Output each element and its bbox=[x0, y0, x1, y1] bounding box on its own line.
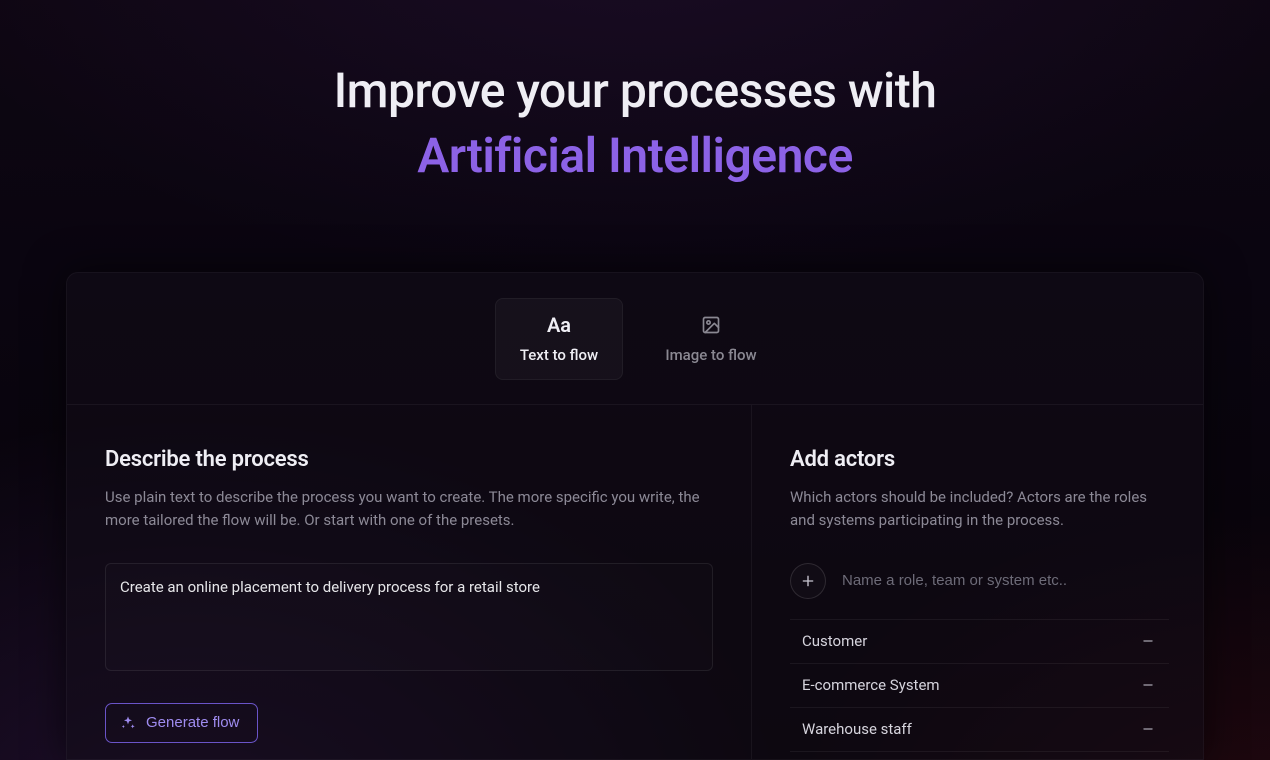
describe-desc: Use plain text to describe the process y… bbox=[105, 486, 713, 533]
actor-add-row bbox=[790, 563, 1169, 599]
generate-flow-label: Generate flow bbox=[146, 714, 239, 731]
describe-title: Describe the process bbox=[105, 447, 713, 472]
actor-name: E-commerce System bbox=[802, 676, 940, 694]
tab-image-to-flow-label: Image to flow bbox=[665, 346, 756, 364]
actors-title: Add actors bbox=[790, 447, 1169, 472]
image-icon bbox=[701, 314, 721, 336]
main-card: Aa Text to flow Image to flow Describe t… bbox=[66, 272, 1204, 760]
add-actor-button[interactable] bbox=[790, 563, 826, 599]
remove-actor-button[interactable] bbox=[1137, 630, 1159, 652]
tab-text-to-flow-label: Text to flow bbox=[520, 346, 598, 364]
actor-item: Customer bbox=[790, 620, 1169, 664]
actors-desc: Which actors should be included? Actors … bbox=[790, 486, 1169, 533]
page-root: Improve your processes with Artificial I… bbox=[0, 0, 1270, 760]
actor-name-input[interactable] bbox=[842, 572, 1169, 589]
card-body: Describe the process Use plain text to d… bbox=[67, 405, 1203, 759]
generate-flow-button[interactable]: Generate flow bbox=[105, 703, 258, 743]
actor-name: Warehouse staff bbox=[802, 720, 912, 738]
describe-panel: Describe the process Use plain text to d… bbox=[67, 405, 752, 759]
actor-list: Customer E-commerce System Warehouse sta… bbox=[790, 619, 1169, 752]
text-icon: Aa bbox=[547, 314, 571, 336]
tab-image-to-flow[interactable]: Image to flow bbox=[647, 298, 775, 380]
describe-textarea-wrap bbox=[105, 563, 713, 675]
remove-actor-button[interactable] bbox=[1137, 718, 1159, 740]
describe-textarea[interactable] bbox=[105, 563, 713, 671]
tab-text-to-flow[interactable]: Aa Text to flow bbox=[495, 298, 623, 380]
remove-actor-button[interactable] bbox=[1137, 674, 1159, 696]
actor-name: Customer bbox=[802, 632, 867, 650]
headline-line2: Artificial Intelligence bbox=[334, 127, 937, 186]
headline-line1: Improve your processes with bbox=[334, 62, 937, 121]
headline: Improve your processes with Artificial I… bbox=[334, 62, 937, 185]
sparkle-icon bbox=[120, 715, 136, 731]
actor-item: E-commerce System bbox=[790, 664, 1169, 708]
actors-panel: Add actors Which actors should be includ… bbox=[752, 405, 1203, 759]
tabs: Aa Text to flow Image to flow bbox=[67, 273, 1203, 405]
actor-item: Warehouse staff bbox=[790, 708, 1169, 752]
